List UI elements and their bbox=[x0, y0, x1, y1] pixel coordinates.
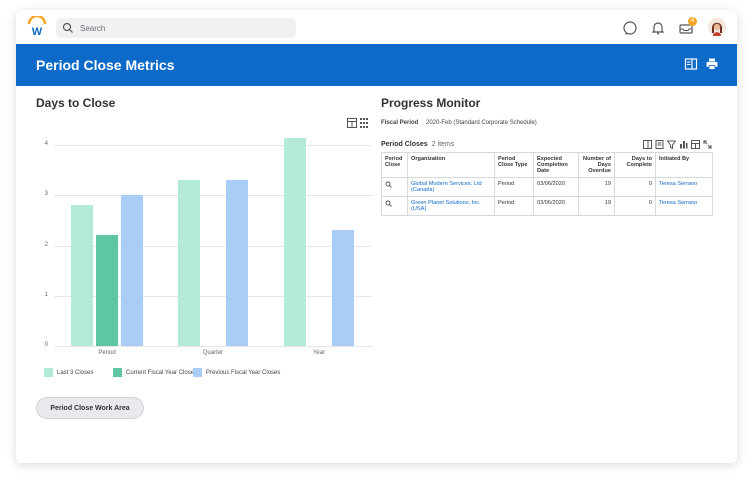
export-excel-icon[interactable] bbox=[359, 117, 369, 129]
y-tick-label: 0 bbox=[44, 342, 48, 348]
legend-label: Previous Fiscal Year Closes bbox=[206, 369, 281, 376]
period-closes-count: 2 items bbox=[431, 141, 455, 148]
organization-link[interactable]: Green Planet Solutions, Inc. (USA) bbox=[407, 196, 495, 216]
table-row: Green Planet Solutions, Inc. (USA) Perio… bbox=[381, 196, 713, 216]
bar-period-series-1[interactable] bbox=[96, 235, 118, 346]
legend-item[interactable]: Current Fiscal Year Closes bbox=[113, 368, 197, 377]
fiscal-period-label: Fiscal Period bbox=[381, 120, 419, 126]
chat-icon[interactable] bbox=[622, 20, 638, 36]
y-tick-label: 4 bbox=[44, 141, 48, 148]
row-magnifier-cell[interactable] bbox=[381, 196, 408, 216]
expected-completion-date: 03/06/2020 bbox=[533, 196, 579, 216]
top-bar: W Search 4 bbox=[16, 10, 737, 44]
app-window: W Search 4 Period Close Metrics Days to … bbox=[16, 10, 737, 463]
magnifier-icon[interactable] bbox=[385, 181, 392, 188]
days-to-complete: 0 bbox=[614, 177, 656, 197]
legend-item[interactable]: Last 3 Closes bbox=[44, 368, 93, 377]
print-icon[interactable] bbox=[705, 57, 719, 71]
progress-monitor-title: Progress Monitor bbox=[381, 96, 481, 110]
col-header-period-close-type[interactable]: Period Close Type bbox=[494, 152, 534, 178]
workday-logo-icon[interactable]: W bbox=[26, 16, 48, 38]
expand-icon[interactable] bbox=[703, 140, 712, 149]
legend-swatch bbox=[44, 368, 53, 377]
grid-view-icon[interactable] bbox=[691, 140, 700, 149]
svg-text:W: W bbox=[32, 26, 43, 38]
bar-period-series-0[interactable] bbox=[71, 205, 93, 346]
expected-completion-date: 03/06/2020 bbox=[533, 177, 579, 197]
col-header-period-close[interactable]: Period Close bbox=[381, 152, 408, 178]
x-tick-label: Quarter bbox=[202, 350, 224, 356]
col-header-days-overdue[interactable]: Number of Days Overdue bbox=[578, 152, 615, 178]
period-closes-header: Period Closes 2 items bbox=[381, 141, 454, 148]
y-tick-label: 2 bbox=[44, 241, 48, 248]
toggle-view-icon[interactable] bbox=[643, 140, 652, 149]
table-view-icon[interactable] bbox=[347, 118, 357, 128]
gridline bbox=[54, 195, 372, 197]
y-tick-label: 3 bbox=[44, 191, 48, 198]
bar-year-series-2[interactable] bbox=[332, 230, 354, 346]
period-close-work-area-button[interactable]: Period Close Work Area bbox=[36, 397, 144, 419]
avatar[interactable] bbox=[708, 18, 726, 36]
related-actions-icon[interactable] bbox=[684, 57, 698, 71]
initiated-by-link[interactable]: Teresa Serrano bbox=[655, 196, 713, 216]
inbox-badge: 4 bbox=[688, 17, 697, 26]
days-to-complete: 0 bbox=[614, 196, 656, 216]
period-close-type: Period bbox=[494, 196, 534, 216]
days-to-close-title: Days to Close bbox=[36, 96, 116, 110]
x-tick-label: Year bbox=[312, 350, 326, 356]
initiated-by-link[interactable]: Teresa Serrano bbox=[655, 177, 713, 197]
bar-quarter-series-0[interactable] bbox=[178, 180, 200, 346]
legend-label: Current Fiscal Year Closes bbox=[126, 369, 198, 376]
col-header-organization[interactable]: Organization bbox=[407, 152, 495, 178]
x-tick-label: Period bbox=[98, 350, 116, 356]
row-magnifier-cell[interactable] bbox=[381, 177, 408, 197]
y-tick-label: 1 bbox=[44, 291, 48, 298]
table-row: Global Modern Services, Ltd (Canada) Per… bbox=[381, 177, 713, 197]
bell-icon[interactable] bbox=[650, 20, 666, 36]
filter-icon[interactable] bbox=[667, 140, 676, 149]
period-closes-table: Period Close Organization Period Close T… bbox=[381, 152, 713, 216]
bar-year-series-0[interactable] bbox=[284, 137, 306, 346]
legend-label: Last 3 Closes bbox=[57, 369, 94, 376]
days-overdue: 19 bbox=[578, 177, 615, 197]
export-icon[interactable] bbox=[655, 140, 664, 149]
days-overdue: 19 bbox=[578, 196, 615, 216]
period-close-type: Period bbox=[494, 177, 534, 197]
table-toolbar bbox=[643, 140, 712, 149]
gridline bbox=[54, 145, 372, 147]
col-header-days-to-complete[interactable]: Days to Complete bbox=[614, 152, 656, 178]
legend-swatch bbox=[113, 368, 122, 377]
legend-item[interactable]: Previous Fiscal Year Closes bbox=[193, 368, 280, 377]
page-header-banner: Period Close Metrics bbox=[16, 44, 737, 86]
chart-view-icon[interactable] bbox=[679, 140, 688, 149]
fiscal-period-value: 2020-Feb (Standard Corporate Schedule) bbox=[426, 120, 537, 126]
search-input[interactable]: Search bbox=[56, 18, 296, 38]
legend-swatch bbox=[193, 368, 202, 377]
period-closes-label: Period Closes bbox=[381, 141, 428, 148]
table-header-row: Period Close Organization Period Close T… bbox=[381, 152, 713, 178]
col-header-initiated-by[interactable]: Initiated By bbox=[655, 152, 713, 178]
col-header-expected-completion-date[interactable]: Expected Completion Date bbox=[533, 152, 579, 178]
bar-period-series-2[interactable] bbox=[121, 195, 143, 346]
bar-quarter-series-2[interactable] bbox=[226, 180, 248, 346]
magnifier-icon[interactable] bbox=[385, 200, 392, 207]
organization-link[interactable]: Global Modern Services, Ltd (Canada) bbox=[407, 177, 495, 197]
page-title: Period Close Metrics bbox=[36, 57, 175, 73]
gridline bbox=[54, 346, 372, 347]
search-icon bbox=[62, 22, 73, 33]
search-placeholder: Search bbox=[80, 23, 106, 33]
